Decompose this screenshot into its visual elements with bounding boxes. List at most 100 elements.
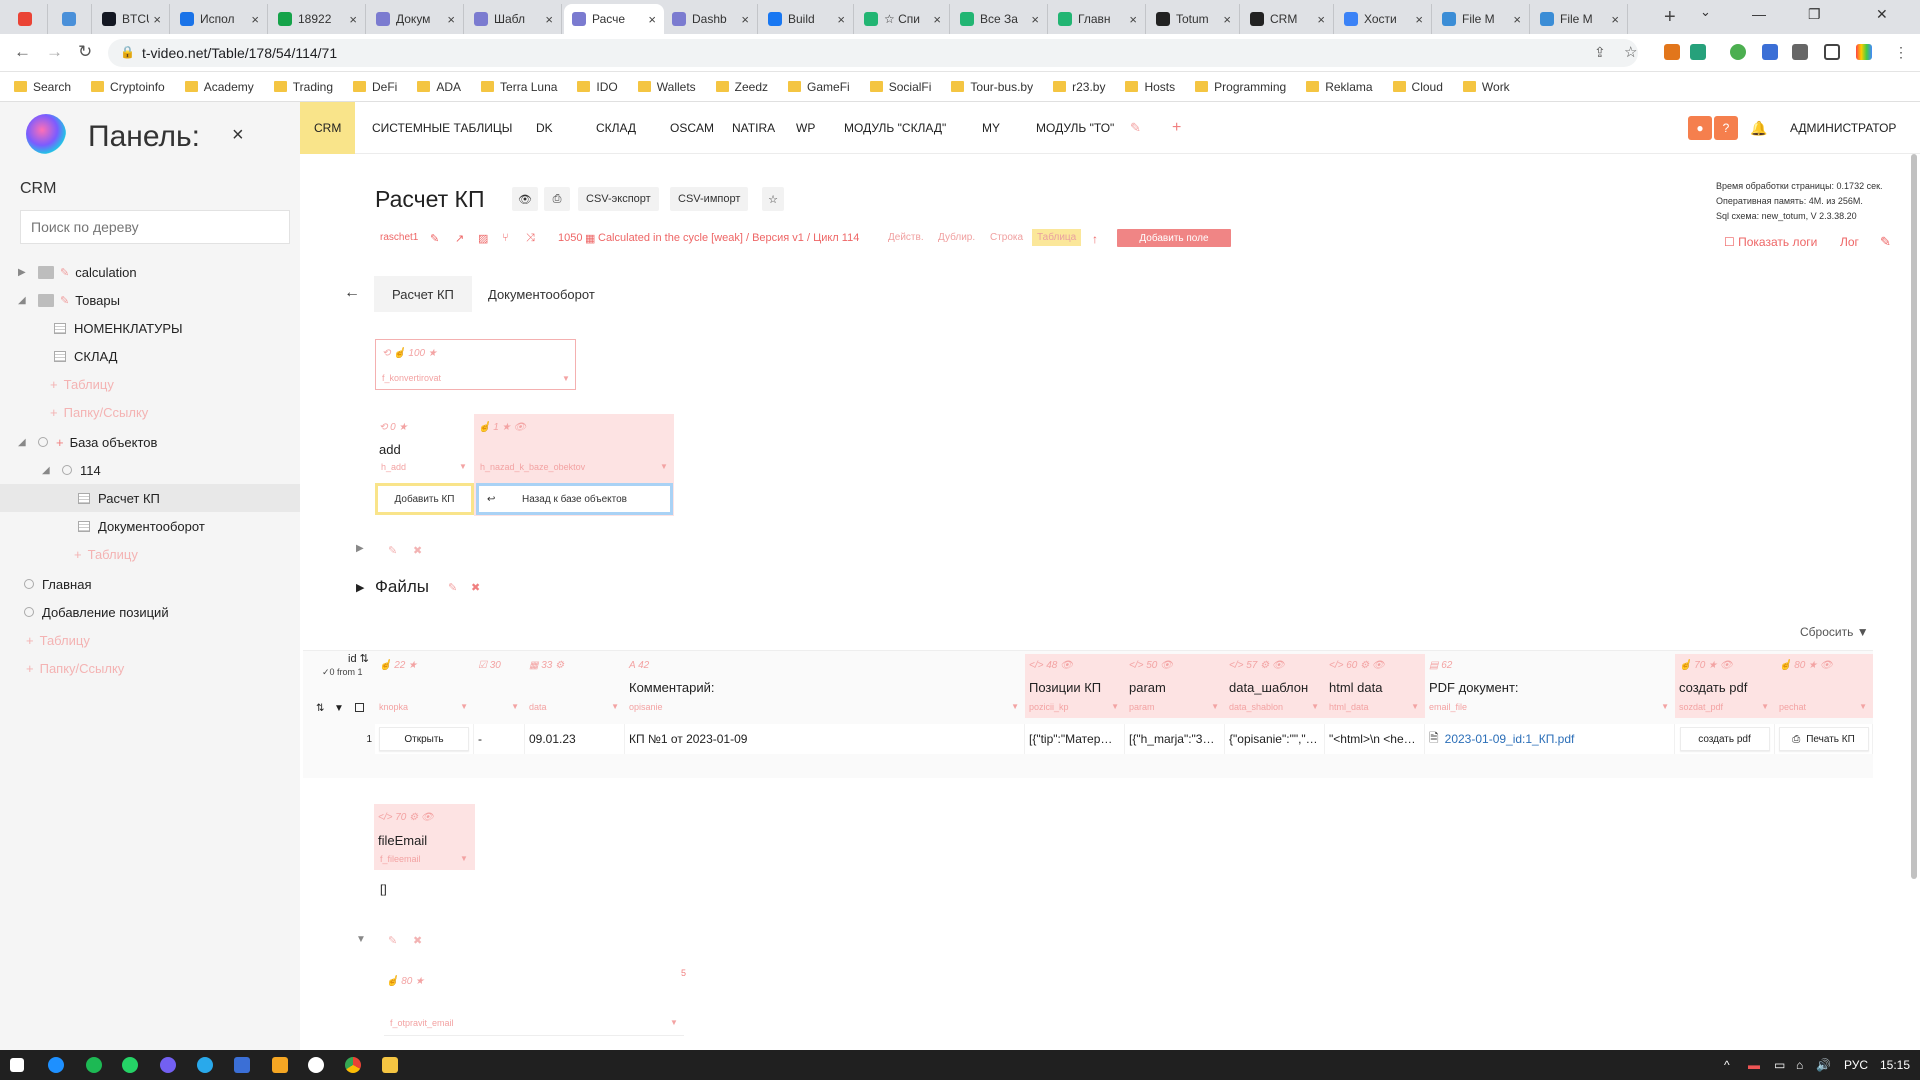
tab-close-icon[interactable]: ×: [1129, 12, 1137, 27]
delete-section-icon[interactable]: ✖: [471, 581, 480, 594]
browser-tab[interactable]: CRM ×: [1242, 4, 1334, 34]
tree-item[interactable]: СКЛАД: [50, 342, 117, 370]
bookmark-folder[interactable]: Terra Luna: [481, 80, 557, 94]
caret-icon[interactable]: ◢: [18, 437, 32, 448]
tab-close-icon[interactable]: ×: [648, 12, 656, 27]
tab-close-icon[interactable]: ×: [153, 12, 161, 27]
browser-tab[interactable]: Главн ×: [1050, 4, 1146, 34]
expand-caret-icon[interactable]: ▶: [356, 581, 364, 594]
chevron-down-icon[interactable]: ▼: [1011, 702, 1019, 711]
add-icon[interactable]: +: [50, 377, 58, 392]
tree-item[interactable]: ◢ ✎ Товары: [18, 286, 120, 314]
browser-tab[interactable]: [10, 4, 48, 34]
chevron-down-icon[interactable]: ▼: [460, 702, 468, 711]
select-all-checkbox[interactable]: [355, 703, 364, 712]
browser-tab[interactable]: Build ×: [760, 4, 854, 34]
menu-item[interactable]: WP: [796, 102, 815, 154]
tree-item[interactable]: Добавление позиций: [18, 598, 169, 626]
browser-tab[interactable]: ☆ Спи ×: [856, 4, 950, 34]
metamask-extension-icon[interactable]: [1664, 44, 1680, 60]
tab-close-icon[interactable]: ×: [1317, 12, 1325, 27]
column-header[interactable]: </> 50 👁 param param ▼: [1125, 654, 1225, 718]
tab-close-icon[interactable]: ×: [349, 12, 357, 27]
caret-icon[interactable]: ◢: [18, 295, 32, 306]
new-tab-button[interactable]: +: [1664, 6, 1676, 29]
edit-section-icon[interactable]: ✎: [448, 581, 457, 594]
bookmark-folder[interactable]: Reklama: [1306, 80, 1373, 94]
table-cell[interactable]: создать pdf: [1675, 724, 1775, 754]
user-name[interactable]: АДМИНИСТРАТОР: [1790, 102, 1896, 154]
menu-kebab-icon[interactable]: ⋮: [1894, 44, 1908, 61]
column-header[interactable]: </> 48 👁 Позиции КП pozicii_kp ▼: [1025, 654, 1125, 718]
tray-chevron-icon[interactable]: ^: [1724, 1058, 1730, 1072]
url-field[interactable]: 🔒 t-video.net/Table/178/54/114/71: [108, 39, 1638, 67]
back-arrow-icon[interactable]: ←: [344, 284, 360, 302]
bookmark-star-icon[interactable]: ☆: [1624, 43, 1637, 61]
caret-icon[interactable]: ◢: [42, 465, 56, 476]
tab-close-icon[interactable]: ×: [837, 12, 845, 27]
favorite-star-icon[interactable]: ☆: [762, 187, 784, 211]
browser-tab[interactable]: BTCUS ×: [94, 4, 170, 34]
bookmark-folder[interactable]: SocialFi: [869, 80, 931, 94]
tab-close-icon[interactable]: ×: [1031, 12, 1039, 27]
action-stroka[interactable]: Строка: [990, 232, 1023, 243]
back-icon[interactable]: ←: [14, 42, 31, 62]
table-cell[interactable]: ⎙ Печать КП: [1775, 724, 1873, 754]
help-button[interactable]: ?: [1714, 116, 1738, 140]
image-icon[interactable]: ▨: [478, 232, 488, 245]
param-otpravit-email[interactable]: f_otpravit_email ▼: [384, 1012, 684, 1036]
column-header[interactable]: ▦ 33 ⚙ data ▼: [525, 654, 625, 718]
browser-tab[interactable]: Хости ×: [1336, 4, 1432, 34]
browser-tab[interactable]: Расче ×: [564, 4, 664, 34]
add-field-button[interactable]: Добавить поле: [1117, 229, 1231, 247]
network-icon[interactable]: ⌂: [1796, 1058, 1803, 1072]
menu-item[interactable]: NATIRA: [732, 102, 775, 154]
chevron-down-icon[interactable]: ▼: [611, 702, 619, 711]
viber-icon[interactable]: [160, 1057, 176, 1073]
menu-item[interactable]: МОДУЛЬ "СКЛАД": [844, 102, 946, 154]
table-cell[interactable]: 🗎 2023-01-09_id:1_КП.pdf: [1425, 724, 1675, 754]
browser-tab[interactable]: Totum ×: [1148, 4, 1240, 34]
bookmark-folder[interactable]: Zeedz: [715, 80, 768, 94]
extension-icon[interactable]: [1690, 44, 1706, 60]
tab-close-icon[interactable]: ×: [545, 12, 553, 27]
bookmark-folder[interactable]: GameFi: [788, 80, 850, 94]
bookmark-folder[interactable]: Work: [1462, 80, 1510, 94]
add-menu-icon[interactable]: +: [1172, 102, 1181, 154]
column-header[interactable]: ☝ 22 ★ knopka ▼: [375, 654, 474, 718]
edit-icon[interactable]: ✎: [60, 294, 69, 307]
window-close-button[interactable]: ✕: [1876, 6, 1888, 23]
expand-caret-icon[interactable]: ▶: [356, 543, 364, 554]
tree-item[interactable]: Главная: [18, 570, 91, 598]
menu-item[interactable]: MY: [982, 102, 1000, 154]
browser-tab[interactable]: Докум ×: [368, 4, 464, 34]
clear-icon[interactable]: ✎: [1880, 234, 1891, 250]
bookmark-folder[interactable]: Programming: [1195, 80, 1286, 94]
reload-icon[interactable]: ↻: [78, 42, 92, 62]
tab-dokumentooborot[interactable]: Документооборот: [470, 276, 613, 312]
browser-tab[interactable]: File M ×: [1434, 4, 1530, 34]
param-konvertirovat[interactable]: ⟲ ☝ 100 ★ f_konvertirovat ▼: [375, 339, 576, 390]
tab-close-icon[interactable]: ×: [251, 12, 259, 27]
app-icon[interactable]: [234, 1057, 250, 1073]
tree-item[interactable]: + Таблицу: [26, 626, 90, 654]
tray-app-icon[interactable]: ▬: [1748, 1058, 1760, 1072]
extensions-puzzle-icon[interactable]: [1792, 44, 1808, 60]
chevron-down-icon[interactable]: ▼: [1211, 702, 1219, 711]
windows-start-icon[interactable]: [10, 1058, 24, 1072]
menu-item[interactable]: DK: [536, 102, 553, 154]
browser-tab[interactable]: 18922 ×: [270, 4, 366, 34]
tree-item[interactable]: Документооборот: [74, 512, 205, 540]
chevron-down-icon[interactable]: ▼: [1411, 702, 1419, 711]
share-icon[interactable]: ⇪: [1594, 44, 1606, 61]
fork-icon[interactable]: ⑂: [502, 232, 509, 244]
tree-item[interactable]: + Таблицу: [74, 540, 138, 568]
tab-close-icon[interactable]: ×: [741, 12, 749, 27]
add-kp-button[interactable]: Добавить КП: [375, 483, 474, 515]
menu-item[interactable]: СКЛАД: [596, 102, 636, 154]
sublime-icon[interactable]: [272, 1057, 288, 1073]
add-icon[interactable]: +: [74, 547, 82, 562]
print-icon[interactable]: ⎙: [544, 187, 570, 211]
action-deystv[interactable]: Действ.: [888, 232, 924, 243]
bookmark-folder[interactable]: Trading: [273, 80, 333, 94]
